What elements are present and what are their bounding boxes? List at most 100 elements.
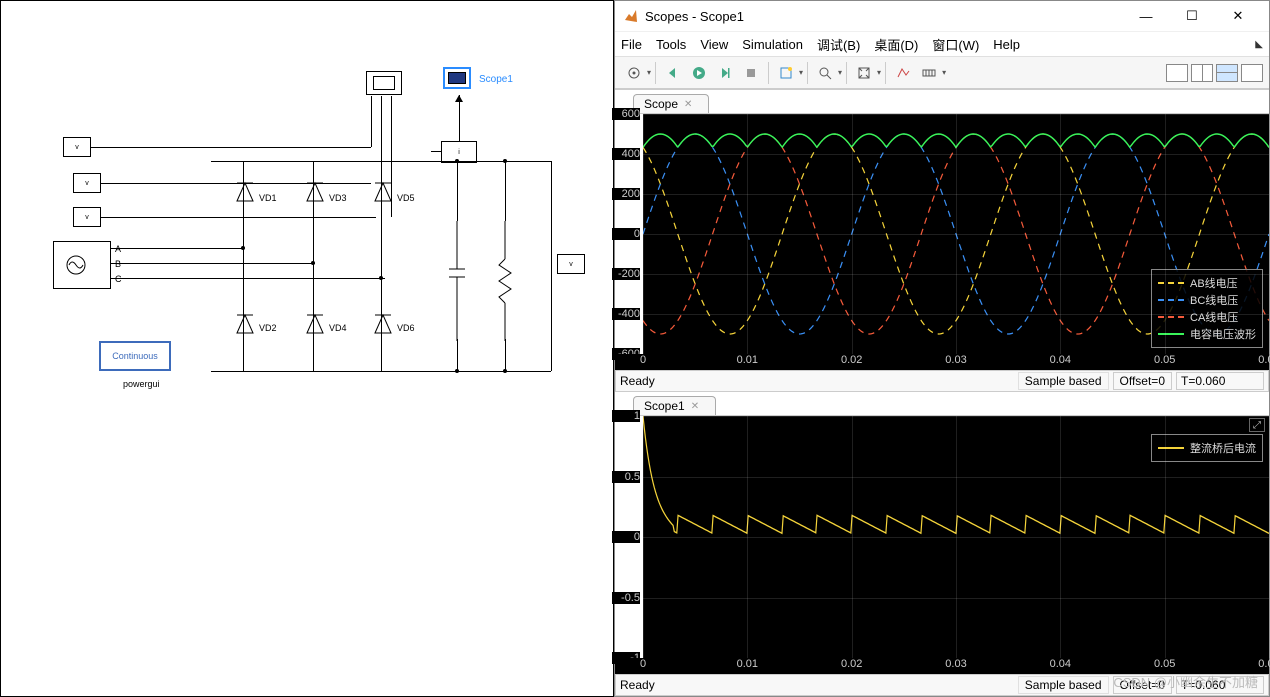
resistor[interactable] (497, 221, 513, 344)
powergui-block[interactable]: Continuous (99, 341, 171, 371)
layout-2x1[interactable] (1216, 64, 1238, 82)
status-ready: Ready (620, 374, 655, 388)
diode-vd2[interactable] (235, 311, 255, 340)
vmeas-3[interactable]: v (73, 207, 101, 227)
scope1-block[interactable] (443, 67, 471, 89)
wire (551, 161, 552, 371)
tab-scope1[interactable]: Scope1 ✕ (633, 396, 716, 415)
run-button[interactable] (687, 61, 711, 85)
three-phase-source[interactable] (53, 241, 111, 289)
menu-tools[interactable]: Tools (656, 37, 686, 52)
node (455, 159, 459, 163)
menu-file[interactable]: File (621, 37, 642, 52)
wire (111, 248, 243, 249)
node (311, 261, 315, 265)
phase-b: B (115, 259, 121, 269)
settings-button[interactable] (622, 61, 646, 85)
status-time: T=0.060 (1176, 372, 1264, 390)
powergui-label: powergui (123, 379, 160, 389)
menu-window[interactable]: 窗口(W) (932, 35, 979, 54)
wire (211, 371, 551, 372)
diode-vd5[interactable] (373, 179, 393, 208)
menu-help[interactable]: Help (993, 37, 1020, 52)
autoscale-button[interactable] (852, 61, 876, 85)
plot2-yaxis: -1-0.500.51 (615, 416, 643, 658)
plot1-area[interactable]: AB线电压BC线电压CA线电压电容电压波形 (643, 114, 1269, 354)
plot1-xaxis: 00.010.020.030.040.050.06 (643, 354, 1269, 370)
status-sample: Sample based (1018, 372, 1109, 390)
simulink-canvas[interactable]: Scope1 v v v A B C VD1 VD3 VD5 VD2 (0, 0, 614, 697)
matlab-icon (623, 8, 639, 24)
menubar: File Tools View Simulation 调试(B) 桌面(D) 窗… (615, 31, 1269, 57)
tabstrip-1: Scope ✕ (615, 90, 1269, 114)
close-button[interactable]: ✕ (1215, 2, 1261, 30)
wire (243, 161, 244, 371)
wire (111, 278, 385, 279)
status-sample: Sample based (1018, 676, 1109, 694)
wire (381, 161, 382, 371)
menu-overflow-icon[interactable]: ◣ (1255, 39, 1263, 50)
current-sensor[interactable]: i (441, 141, 477, 163)
layout-max[interactable] (1241, 64, 1263, 82)
plot1-legend: AB线电压BC线电压CA线电压电容电压波形 (1151, 269, 1263, 348)
vmeas-1[interactable]: v (63, 137, 91, 157)
tab-scope[interactable]: Scope ✕ (633, 94, 709, 113)
tab-scope-label: Scope (644, 97, 678, 111)
vd2-label: VD2 (259, 323, 277, 333)
watermark: CSDN @小幽余生不加糖 (1113, 672, 1258, 691)
wire (457, 161, 458, 221)
stop-button[interactable] (739, 61, 763, 85)
close-icon[interactable]: ✕ (684, 99, 692, 110)
measurements-button[interactable] (917, 61, 941, 85)
titlebar: Scopes - Scope1 — ☐ ✕ (615, 1, 1269, 31)
wire (371, 96, 372, 147)
plot1-yaxis: -600-400-2000200400600 (615, 114, 643, 354)
node (503, 369, 507, 373)
phase-c: C (115, 274, 122, 284)
layout-1x1[interactable] (1166, 64, 1188, 82)
menu-view[interactable]: View (700, 37, 728, 52)
scope-window: Scopes - Scope1 — ☐ ✕ File Tools View Si… (614, 0, 1270, 697)
vd6-label: VD6 (397, 323, 415, 333)
scope-block[interactable] (366, 71, 402, 95)
vd5-label: VD5 (397, 193, 415, 203)
wire (505, 339, 506, 371)
diode-vd6[interactable] (373, 311, 393, 340)
toolbar: ▾ ▾ ▾ ▾ ▾ (615, 57, 1269, 89)
wire (505, 161, 506, 221)
menu-debug[interactable]: 调试(B) (817, 35, 860, 54)
close-icon[interactable]: ✕ (691, 401, 699, 412)
wire (431, 151, 441, 152)
wire (381, 96, 382, 183)
arrow-icon (455, 95, 463, 102)
step-back-button[interactable] (661, 61, 685, 85)
plot2-area[interactable]: ⤢ 整流桥后电流 (643, 416, 1269, 658)
node (503, 159, 507, 163)
scope1-label: Scope1 (479, 74, 513, 85)
highlight-button[interactable] (774, 61, 798, 85)
layout-1x2[interactable] (1191, 64, 1213, 82)
plot2-legend: 整流桥后电流 (1151, 434, 1263, 462)
menu-desktop[interactable]: 桌面(D) (874, 35, 918, 54)
phase-a: A (115, 244, 121, 254)
triggers-button[interactable] (891, 61, 915, 85)
wire (111, 263, 315, 264)
node (241, 246, 245, 250)
status-offset: Offset=0 (1113, 372, 1173, 390)
maximize-button[interactable]: ☐ (1169, 2, 1215, 30)
tab-scope1-label: Scope1 (644, 399, 685, 413)
diode-vd4[interactable] (305, 311, 325, 340)
vmeas-out[interactable]: v (557, 254, 585, 274)
wire (101, 217, 376, 218)
vmeas-2[interactable]: v (73, 173, 101, 193)
vd4-label: VD4 (329, 323, 347, 333)
wire (457, 339, 458, 371)
capacitor[interactable] (449, 221, 465, 344)
vd1-label: VD1 (259, 193, 277, 203)
menu-simulation[interactable]: Simulation (742, 37, 803, 52)
wire (313, 161, 314, 371)
vd3-label: VD3 (329, 193, 347, 203)
minimize-button[interactable]: — (1123, 2, 1169, 30)
step-forward-button[interactable] (713, 61, 737, 85)
zoom-button[interactable] (813, 61, 837, 85)
